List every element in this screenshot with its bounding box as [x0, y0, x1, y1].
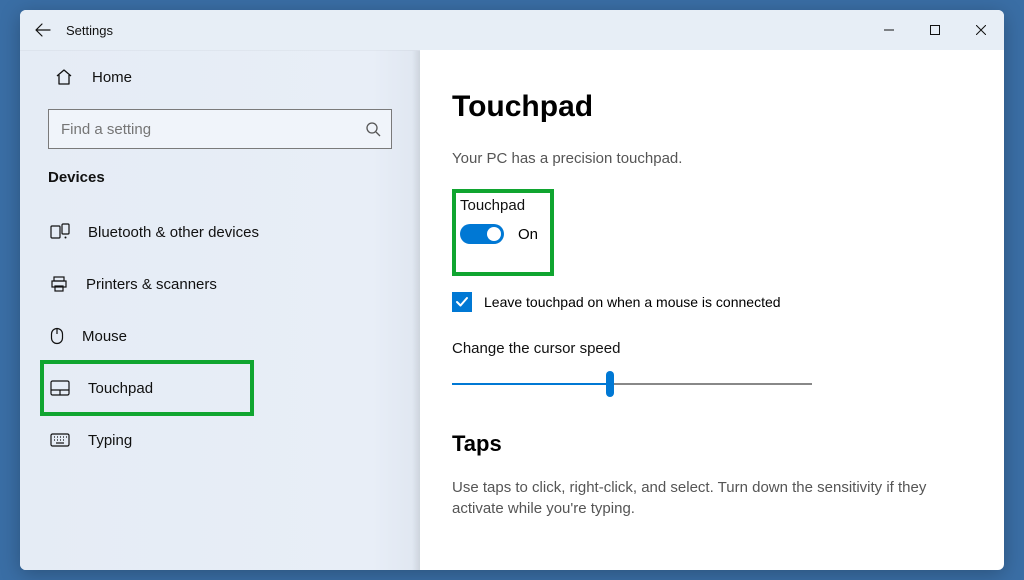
back-arrow-icon: [35, 22, 51, 38]
section-taps-text: Use taps to click, right-click, and sele…: [452, 477, 972, 519]
maximize-icon: [930, 25, 940, 35]
devices-icon: [50, 223, 70, 241]
sidebar-section-label: Devices: [20, 155, 420, 196]
close-icon: [976, 25, 986, 35]
sidebar-home[interactable]: Home: [20, 51, 420, 103]
keyboard-icon: [50, 433, 70, 447]
sidebar-item-label: Bluetooth & other devices: [88, 224, 259, 241]
content: Touchpad Your PC has a precision touchpa…: [420, 50, 1004, 570]
sidebar-item-touchpad[interactable]: Touchpad: [42, 362, 252, 414]
sidebar-item-label: Typing: [88, 432, 132, 449]
sidebar-item-mouse[interactable]: Mouse: [20, 310, 420, 362]
slider-thumb[interactable]: [606, 371, 614, 397]
sidebar-item-label: Printers & scanners: [86, 276, 217, 293]
checkbox-label: Leave touchpad on when a mouse is connec…: [484, 294, 781, 310]
touchpad-toggle[interactable]: [460, 224, 504, 244]
slider-label: Change the cursor speed: [452, 340, 972, 357]
home-icon: [54, 68, 74, 86]
slider-fill: [452, 383, 610, 385]
toggle-highlight: Touchpad On: [452, 189, 554, 276]
sidebar-home-label: Home: [92, 69, 132, 86]
minimize-button[interactable]: [866, 10, 912, 50]
sidebar-item-typing[interactable]: Typing: [20, 414, 420, 466]
page-title: Touchpad: [452, 90, 972, 124]
titlebar: Settings: [20, 10, 1004, 50]
checkmark-icon: [455, 295, 469, 309]
sidebar-item-label: Touchpad: [88, 380, 153, 397]
close-button[interactable]: [958, 10, 1004, 50]
sidebar-item-printers[interactable]: Printers & scanners: [20, 258, 420, 310]
leave-on-checkbox[interactable]: [452, 292, 472, 312]
settings-window: Settings Home D: [20, 10, 1004, 570]
page-subtitle: Your PC has a precision touchpad.: [452, 150, 972, 167]
window-title: Settings: [66, 23, 113, 38]
minimize-icon: [884, 25, 894, 35]
toggle-state-label: On: [518, 226, 538, 243]
printer-icon: [50, 275, 68, 293]
cursor-speed-slider[interactable]: [452, 371, 812, 397]
back-button[interactable]: [20, 10, 66, 50]
section-taps-title: Taps: [452, 431, 972, 457]
mouse-icon: [50, 327, 64, 345]
sidebar: Home Devices Bluetooth & other devices: [20, 50, 420, 570]
search-icon: [365, 121, 381, 137]
maximize-button[interactable]: [912, 10, 958, 50]
toggle-label: Touchpad: [460, 197, 538, 214]
touchpad-icon: [50, 380, 70, 396]
sidebar-item-bluetooth[interactable]: Bluetooth & other devices: [20, 206, 420, 258]
sidebar-item-label: Mouse: [82, 328, 127, 345]
search-box[interactable]: [48, 109, 392, 149]
search-input[interactable]: [61, 121, 357, 138]
